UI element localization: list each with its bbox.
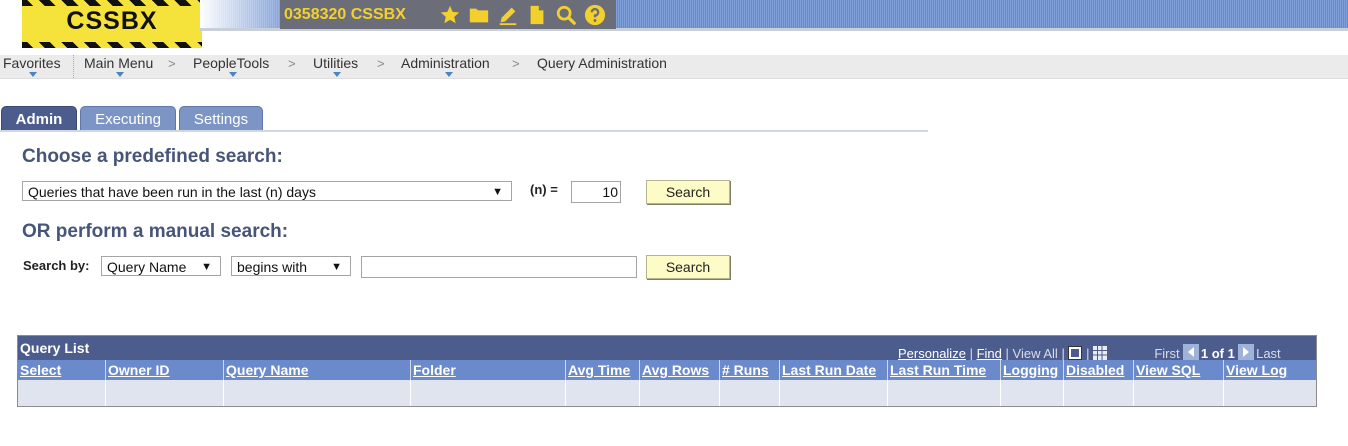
breadcrumb-separator: > <box>377 56 385 71</box>
table-cell <box>411 380 566 406</box>
search-operator-select[interactable]: begins with ▼ <box>231 256 351 276</box>
chevron-down-icon: ▼ <box>492 186 503 198</box>
tab-executing[interactable]: Executing <box>80 106 176 131</box>
pencil-icon[interactable] <box>496 3 520 27</box>
chevron-down-icon <box>445 72 453 77</box>
col-last-run-time[interactable]: Last Run Time <box>888 360 1001 380</box>
grid-toolbar: Personalize | Find | View All | | First … <box>898 344 1281 361</box>
view-all-link[interactable]: View All <box>1013 346 1058 361</box>
col-folder[interactable]: Folder <box>411 360 566 380</box>
table-cell <box>18 380 106 406</box>
col-runs[interactable]: # Runs <box>720 360 780 380</box>
table-cell <box>106 380 224 406</box>
system-label: 0358320 CSSBX <box>284 6 406 23</box>
page-count: 1 of 1 <box>1200 346 1235 361</box>
grid-title-bar: Query List Personalize | Find | View All… <box>18 336 1316 361</box>
search-value-input[interactable] <box>361 256 637 278</box>
download-excel-icon[interactable] <box>1093 346 1108 360</box>
navigation-bar: Favorites Main Menu > PeopleTools > Util… <box>0 55 1348 79</box>
folder-icon[interactable] <box>467 3 491 27</box>
logo-text: CSSBX <box>66 7 158 35</box>
table-cell <box>780 380 888 406</box>
predefined-search-button[interactable]: Search <box>646 180 730 204</box>
grid-header-row: Select Owner ID Query Name Folder Avg Ti… <box>18 360 1316 380</box>
nav-administration[interactable]: Administration <box>401 55 490 78</box>
predefined-search-select[interactable]: Queries that have been run in the last (… <box>22 181 512 201</box>
chevron-down-icon <box>333 72 341 77</box>
personalize-link[interactable]: Personalize <box>898 346 966 361</box>
search-field-select[interactable]: Query Name ▼ <box>101 256 221 276</box>
chevron-down-icon: ▼ <box>201 261 212 273</box>
first-label: First <box>1154 346 1180 361</box>
breadcrumb-separator: > <box>288 56 296 71</box>
col-logging[interactable]: Logging <box>1001 360 1064 380</box>
grid-title: Query List <box>20 340 90 356</box>
page-icon[interactable] <box>525 3 549 27</box>
tab-admin[interactable]: Admin <box>1 106 77 131</box>
table-cell <box>566 380 640 406</box>
header: CSSBX 0358320 CSSBX <box>0 0 1348 52</box>
last-label: Last <box>1256 346 1281 361</box>
table-cell <box>1064 380 1134 406</box>
chevron-down-icon <box>116 72 124 77</box>
search-icon[interactable] <box>554 3 578 27</box>
table-cell <box>1134 380 1224 406</box>
query-list-grid: Query List Personalize | Find | View All… <box>17 335 1317 407</box>
manual-search-button[interactable]: Search <box>646 255 730 279</box>
manual-search-heading: OR perform a manual search: <box>22 221 289 242</box>
star-icon[interactable] <box>438 3 462 27</box>
search-by-label: Search by: <box>23 258 90 273</box>
breadcrumb-separator: > <box>512 56 520 71</box>
col-avg-time[interactable]: Avg Time <box>566 360 640 380</box>
logo-stripes-bottom <box>22 42 202 48</box>
logo: CSSBX <box>22 0 202 48</box>
chevron-down-icon <box>29 72 37 77</box>
table-cell <box>720 380 780 406</box>
chevron-down-icon <box>229 72 237 77</box>
breadcrumb-separator: > <box>168 56 176 71</box>
find-link[interactable]: Find <box>977 346 1002 361</box>
nav-favorites[interactable]: Favorites <box>3 55 61 78</box>
col-view-sql[interactable]: View SQL <box>1134 360 1224 380</box>
col-owner-id[interactable]: Owner ID <box>106 360 224 380</box>
nav-main-menu[interactable]: Main Menu <box>84 55 153 78</box>
tab-settings[interactable]: Settings <box>179 106 263 131</box>
table-cell <box>888 380 1001 406</box>
nav-peopletools[interactable]: PeopleTools <box>193 55 269 78</box>
col-disabled[interactable]: Disabled <box>1064 360 1134 380</box>
col-select[interactable]: Select <box>18 360 106 380</box>
table-cell <box>224 380 411 406</box>
logo-stripes-top <box>22 0 202 6</box>
col-avg-rows[interactable]: Avg Rows <box>640 360 720 380</box>
table-cell <box>1001 380 1064 406</box>
col-view-log[interactable]: View Log <box>1224 360 1316 380</box>
nav-utilities[interactable]: Utilities <box>313 55 358 78</box>
zoom-grid-icon[interactable] <box>1068 346 1083 360</box>
col-query-name[interactable]: Query Name <box>224 360 411 380</box>
n-label: (n) = <box>530 182 558 197</box>
nav-divider <box>73 55 75 78</box>
system-toolbar: 0358320 CSSBX <box>280 0 616 29</box>
arrow-right-icon[interactable] <box>1238 344 1255 360</box>
n-days-input[interactable]: 10 <box>571 181 621 203</box>
help-icon[interactable] <box>583 3 607 27</box>
predefined-search-heading: Choose a predefined search: <box>22 146 283 167</box>
table-cell <box>640 380 720 406</box>
table-cell <box>1224 380 1316 406</box>
col-last-run-date[interactable]: Last Run Date <box>780 360 888 380</box>
table-row <box>18 380 1316 406</box>
chevron-down-icon: ▼ <box>331 261 342 273</box>
arrow-left-icon[interactable] <box>1183 344 1200 360</box>
tab-underline <box>0 130 928 132</box>
nav-query-administration[interactable]: Query Administration <box>537 55 667 78</box>
